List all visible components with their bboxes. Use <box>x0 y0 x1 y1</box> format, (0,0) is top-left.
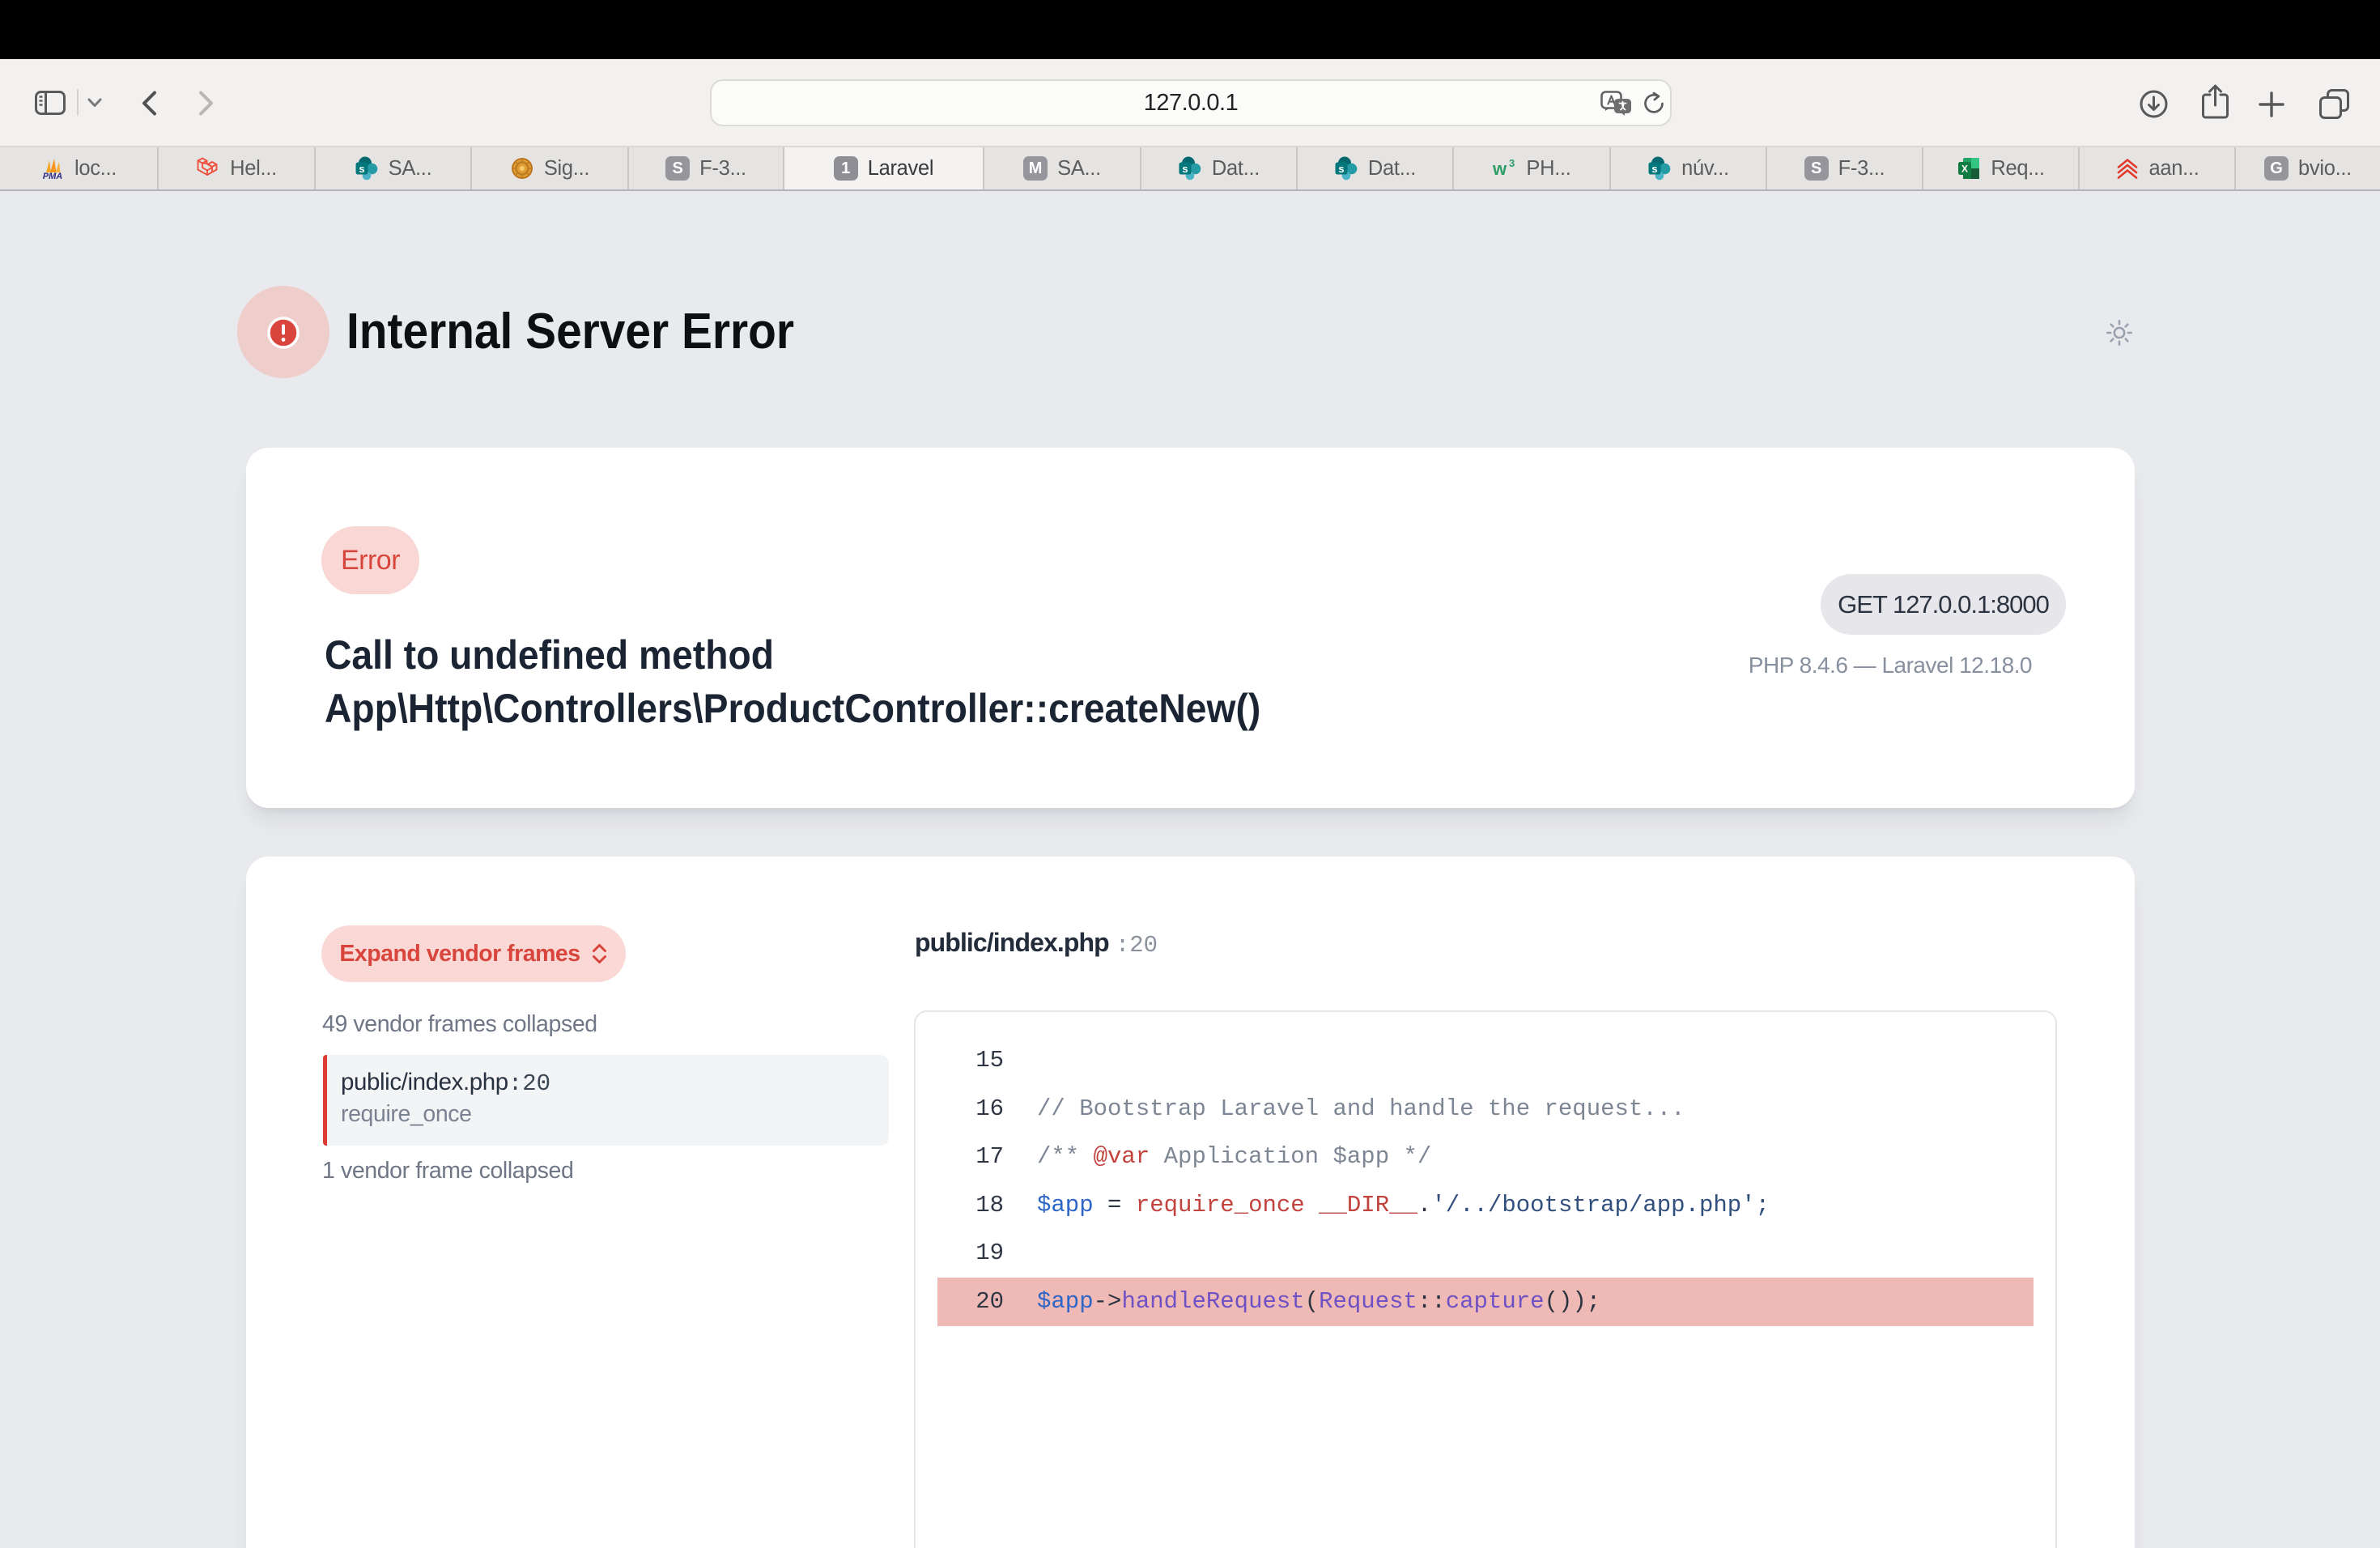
svg-text:PMA: PMA <box>43 172 63 181</box>
svg-text:s: s <box>1182 163 1188 175</box>
svg-text:s: s <box>359 163 364 175</box>
svg-text:X: X <box>1961 164 1968 175</box>
svg-text:w: w <box>1492 159 1507 179</box>
svg-text:s: s <box>1338 163 1344 175</box>
svg-text:s: s <box>1652 163 1658 175</box>
svg-text:3: 3 <box>1509 157 1515 169</box>
